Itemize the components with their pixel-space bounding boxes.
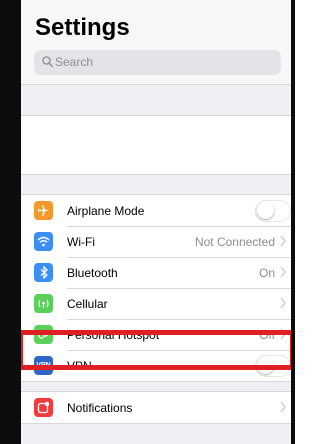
settings-screen: Settings Search Airplane Mode Wi-Fi Not Co…: [0, 0, 295, 444]
device-bezel-right: [291, 0, 295, 444]
chevron-right-icon: [280, 235, 286, 247]
settings-row-wi-fi[interactable]: Wi-Fi Not Connected: [21, 226, 291, 257]
settings-row-notifications[interactable]: Notifications: [21, 392, 291, 423]
row-divider: [67, 226, 291, 227]
settings-row-cellular[interactable]: Cellular: [21, 288, 291, 319]
airplane-icon: [34, 201, 53, 220]
row-label: Cellular: [67, 297, 108, 311]
row-value: Not Connected: [194, 235, 275, 249]
settings-row-airplane-mode[interactable]: Airplane Mode: [21, 195, 291, 226]
row-divider: [67, 288, 291, 289]
search-placeholder: Search: [55, 55, 94, 69]
search-icon: [42, 56, 54, 68]
settings-header: Settings Search: [21, 0, 291, 85]
notifications-icon: [34, 398, 53, 417]
chevron-right-icon: [280, 297, 286, 309]
row-value: On: [258, 266, 275, 280]
row-label: Wi-Fi: [67, 235, 95, 249]
chevron-right-icon: [280, 401, 286, 413]
settings-row-bluetooth[interactable]: Bluetooth On: [21, 257, 291, 288]
vpn-highlight-box: [18, 330, 295, 370]
search-field[interactable]: Search: [34, 50, 281, 75]
row-divider: [67, 257, 291, 258]
row-label: Airplane Mode: [67, 204, 145, 218]
page-title: Settings: [35, 14, 130, 41]
toggle-knob: [257, 202, 274, 219]
device-bezel-left: [0, 0, 21, 444]
row-divider: [67, 319, 291, 320]
row-label: Bluetooth: [67, 266, 118, 280]
account-section[interactable]: [21, 115, 291, 175]
row-label: Notifications: [67, 401, 133, 415]
chevron-right-icon: [280, 266, 286, 278]
notifications-group: Notifications: [21, 391, 291, 424]
cellular-icon: [34, 294, 53, 313]
bluetooth-icon: [34, 263, 53, 282]
airplane-mode-toggle[interactable]: [255, 200, 291, 222]
wifi-icon: [34, 232, 53, 251]
